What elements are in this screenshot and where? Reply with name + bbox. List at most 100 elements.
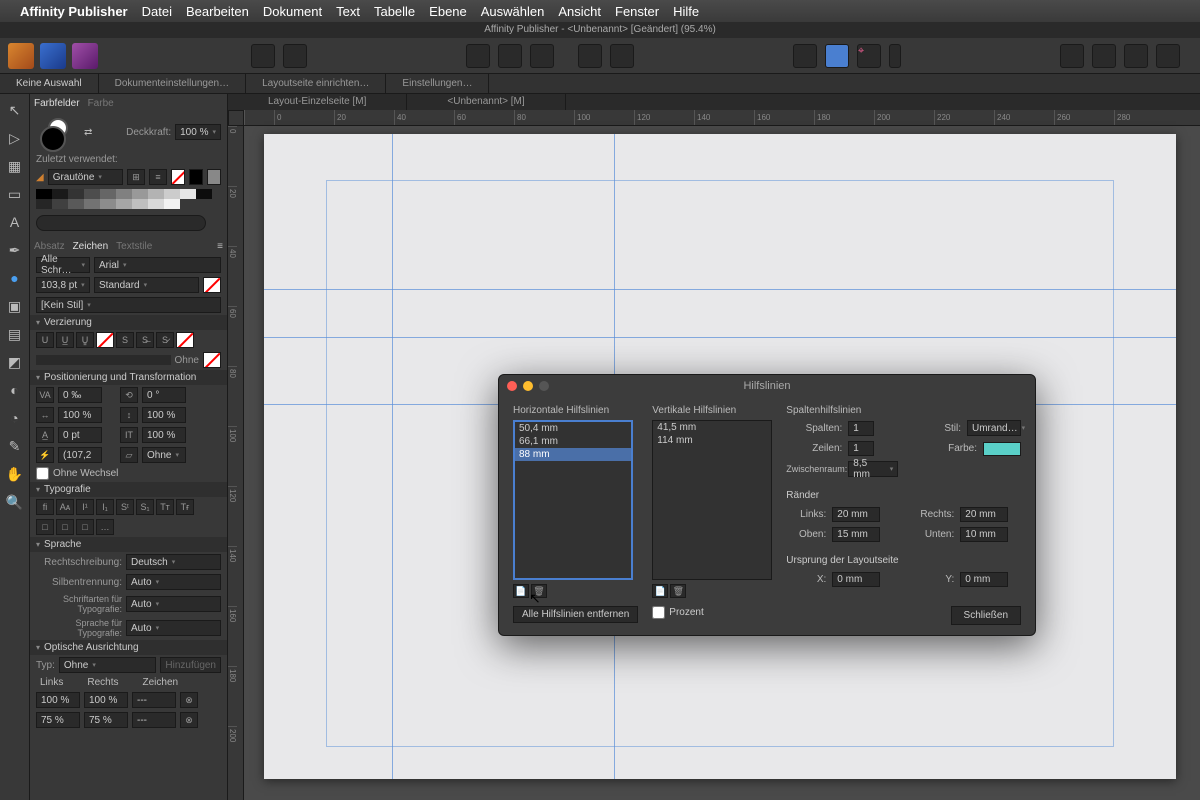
menu-layer[interactable]: Ebene	[429, 4, 467, 19]
strike2-btn[interactable]: S̶	[136, 332, 154, 348]
c2sc-btn[interactable]: S₁	[136, 499, 154, 515]
optical-alignment-section[interactable]: Optische Ausrichtung	[30, 640, 227, 655]
toolbar-button-b[interactable]	[283, 44, 307, 68]
list-item[interactable]: 114 mm	[653, 434, 771, 447]
persona-publisher-icon[interactable]	[8, 43, 34, 69]
font-collection-select[interactable]: Alle Schr…	[36, 257, 90, 273]
context-doc-settings[interactable]: Dokumenteinstellungen…	[99, 74, 247, 93]
case-btn[interactable]: Tғ	[176, 499, 194, 515]
context-preferences[interactable]: Einstellungen…	[386, 74, 489, 93]
menu-text[interactable]: Text	[336, 4, 360, 19]
toolbar-arrange-4[interactable]	[1156, 44, 1180, 68]
font-family-select[interactable]: Arial	[94, 257, 221, 273]
toolbar-shape-frame-icon[interactable]	[530, 44, 554, 68]
text-style-select[interactable]: [Kein Stil]	[36, 297, 221, 313]
paragraph-tab[interactable]: Absatz	[34, 241, 65, 252]
zoom-tool-icon[interactable]: 🔍	[5, 492, 25, 512]
toolbar-shape-rect-icon[interactable]	[466, 44, 490, 68]
app-name[interactable]: Affinity Publisher	[20, 4, 128, 19]
swatch-black-icon[interactable]	[189, 169, 203, 185]
font-weight-select[interactable]: Standard	[94, 277, 199, 293]
place-image-tool-icon[interactable]: ▤	[5, 324, 25, 344]
toolbar-arrange-3[interactable]	[1124, 44, 1148, 68]
guide-color-well[interactable]	[983, 442, 1021, 456]
liga-btn[interactable]: fi	[36, 499, 54, 515]
text-frame-tool-icon[interactable]: ▭	[5, 184, 25, 204]
toolbar-pin-icon[interactable]	[578, 44, 602, 68]
shape-tool-icon[interactable]: ●	[5, 268, 25, 288]
opacity-field[interactable]: 100 %	[175, 124, 221, 140]
toolbar-fill-icon[interactable]	[825, 44, 849, 68]
underline2-btn[interactable]: U̲	[56, 332, 74, 348]
list-item[interactable]: 88 mm	[515, 448, 631, 461]
toolbar-snap-dropdown-icon[interactable]	[889, 44, 901, 68]
rotate-field[interactable]	[142, 387, 186, 403]
typo-a[interactable]: □	[36, 519, 54, 535]
palette-menu-icon[interactable]: ≡	[149, 169, 167, 185]
palette-view-icon[interactable]: ⊞	[127, 169, 145, 185]
document-tab-1[interactable]: Layout-Einzelseite [M]	[228, 94, 407, 110]
optical-left-1[interactable]	[36, 692, 80, 708]
guide-h-2[interactable]	[264, 337, 1176, 338]
strike3-btn[interactable]: S̷	[156, 332, 174, 348]
toolbar-arrange-1[interactable]	[1060, 44, 1084, 68]
origin-y-field[interactable]	[960, 572, 1008, 587]
color-picker-tool-icon[interactable]: ✎	[5, 436, 25, 456]
palette-select[interactable]: Grautöne	[48, 169, 123, 185]
typo-b[interactable]: □	[56, 519, 74, 535]
optical-right-2[interactable]	[84, 712, 128, 728]
underline-btn[interactable]: U	[36, 332, 54, 348]
close-button[interactable]: Schließen	[951, 606, 1021, 625]
titl-btn[interactable]: Tᴛ	[156, 499, 174, 515]
remove-vertical-guide-icon[interactable]: 🗑	[670, 584, 686, 598]
persona-designer-icon[interactable]	[40, 43, 66, 69]
underline3-btn[interactable]: U̳	[76, 332, 94, 348]
document-tab-2[interactable]: <Unbenannt> [M]	[407, 94, 565, 110]
hscale-field[interactable]	[58, 407, 102, 423]
remove-horizontal-guide-icon[interactable]: 🗑	[531, 584, 547, 598]
menu-file[interactable]: Datei	[142, 4, 172, 19]
pan-tool-icon[interactable]: ✋	[5, 464, 25, 484]
typo-c[interactable]: □	[76, 519, 94, 535]
decoration-section[interactable]: Verzierung	[30, 315, 227, 330]
swatch-search-input[interactable]	[36, 215, 206, 231]
text-styles-tab[interactable]: Textstile	[116, 241, 152, 252]
typography-section[interactable]: Typografie	[30, 482, 227, 497]
shear-select[interactable]: Ohne	[142, 447, 186, 463]
menu-select[interactable]: Auswählen	[481, 4, 545, 19]
menu-view[interactable]: Ansicht	[558, 4, 601, 19]
lang-typography-select[interactable]: Auto	[126, 620, 221, 636]
vscale-field[interactable]	[142, 407, 186, 423]
optical-del-1[interactable]: ⊗	[180, 692, 198, 708]
move-tool-icon[interactable]: ↖	[5, 100, 25, 120]
strike-color[interactable]	[176, 332, 194, 348]
persona-photo-icon[interactable]	[72, 43, 98, 69]
color-tab[interactable]: Farbe	[88, 98, 114, 109]
dialog-titlebar[interactable]: Hilfslinien	[499, 375, 1035, 397]
font-size-field[interactable]: 103,8 pt	[36, 277, 90, 293]
smcp-btn[interactable]: Aᴀ	[56, 499, 74, 515]
subs-btn[interactable]: I₁	[96, 499, 114, 515]
horizontal-ruler[interactable]: 020406080100120140160180200220240260280	[244, 110, 1200, 126]
menu-document[interactable]: Dokument	[263, 4, 322, 19]
position-section[interactable]: Positionierung und Transformation	[30, 370, 227, 385]
margin-left-field[interactable]	[832, 507, 880, 522]
list-item[interactable]: 41,5 mm	[653, 421, 771, 434]
typo-more[interactable]: …	[96, 519, 114, 535]
baseline-field[interactable]	[58, 427, 102, 443]
picture-frame-tool-icon[interactable]: ▣	[5, 296, 25, 316]
gutter-field[interactable]: 8,5 mm	[848, 461, 898, 477]
rows-field[interactable]	[848, 441, 874, 456]
ordn-btn[interactable]: Sᵗ	[116, 499, 134, 515]
context-spread-setup[interactable]: Layoutseite einrichten…	[246, 74, 386, 93]
panel-menu-icon[interactable]: ≡	[217, 241, 223, 252]
text-color-well[interactable]	[203, 277, 221, 293]
optical-left-2[interactable]	[36, 712, 80, 728]
ruler-origin[interactable]	[228, 110, 244, 126]
columns-field[interactable]	[848, 421, 874, 436]
underline-color[interactable]	[96, 332, 114, 348]
menu-help[interactable]: Hilfe	[673, 4, 699, 19]
dialog-minimize-icon[interactable]	[523, 381, 533, 391]
optical-right-1[interactable]	[84, 692, 128, 708]
bg-color-well[interactable]	[203, 352, 221, 368]
